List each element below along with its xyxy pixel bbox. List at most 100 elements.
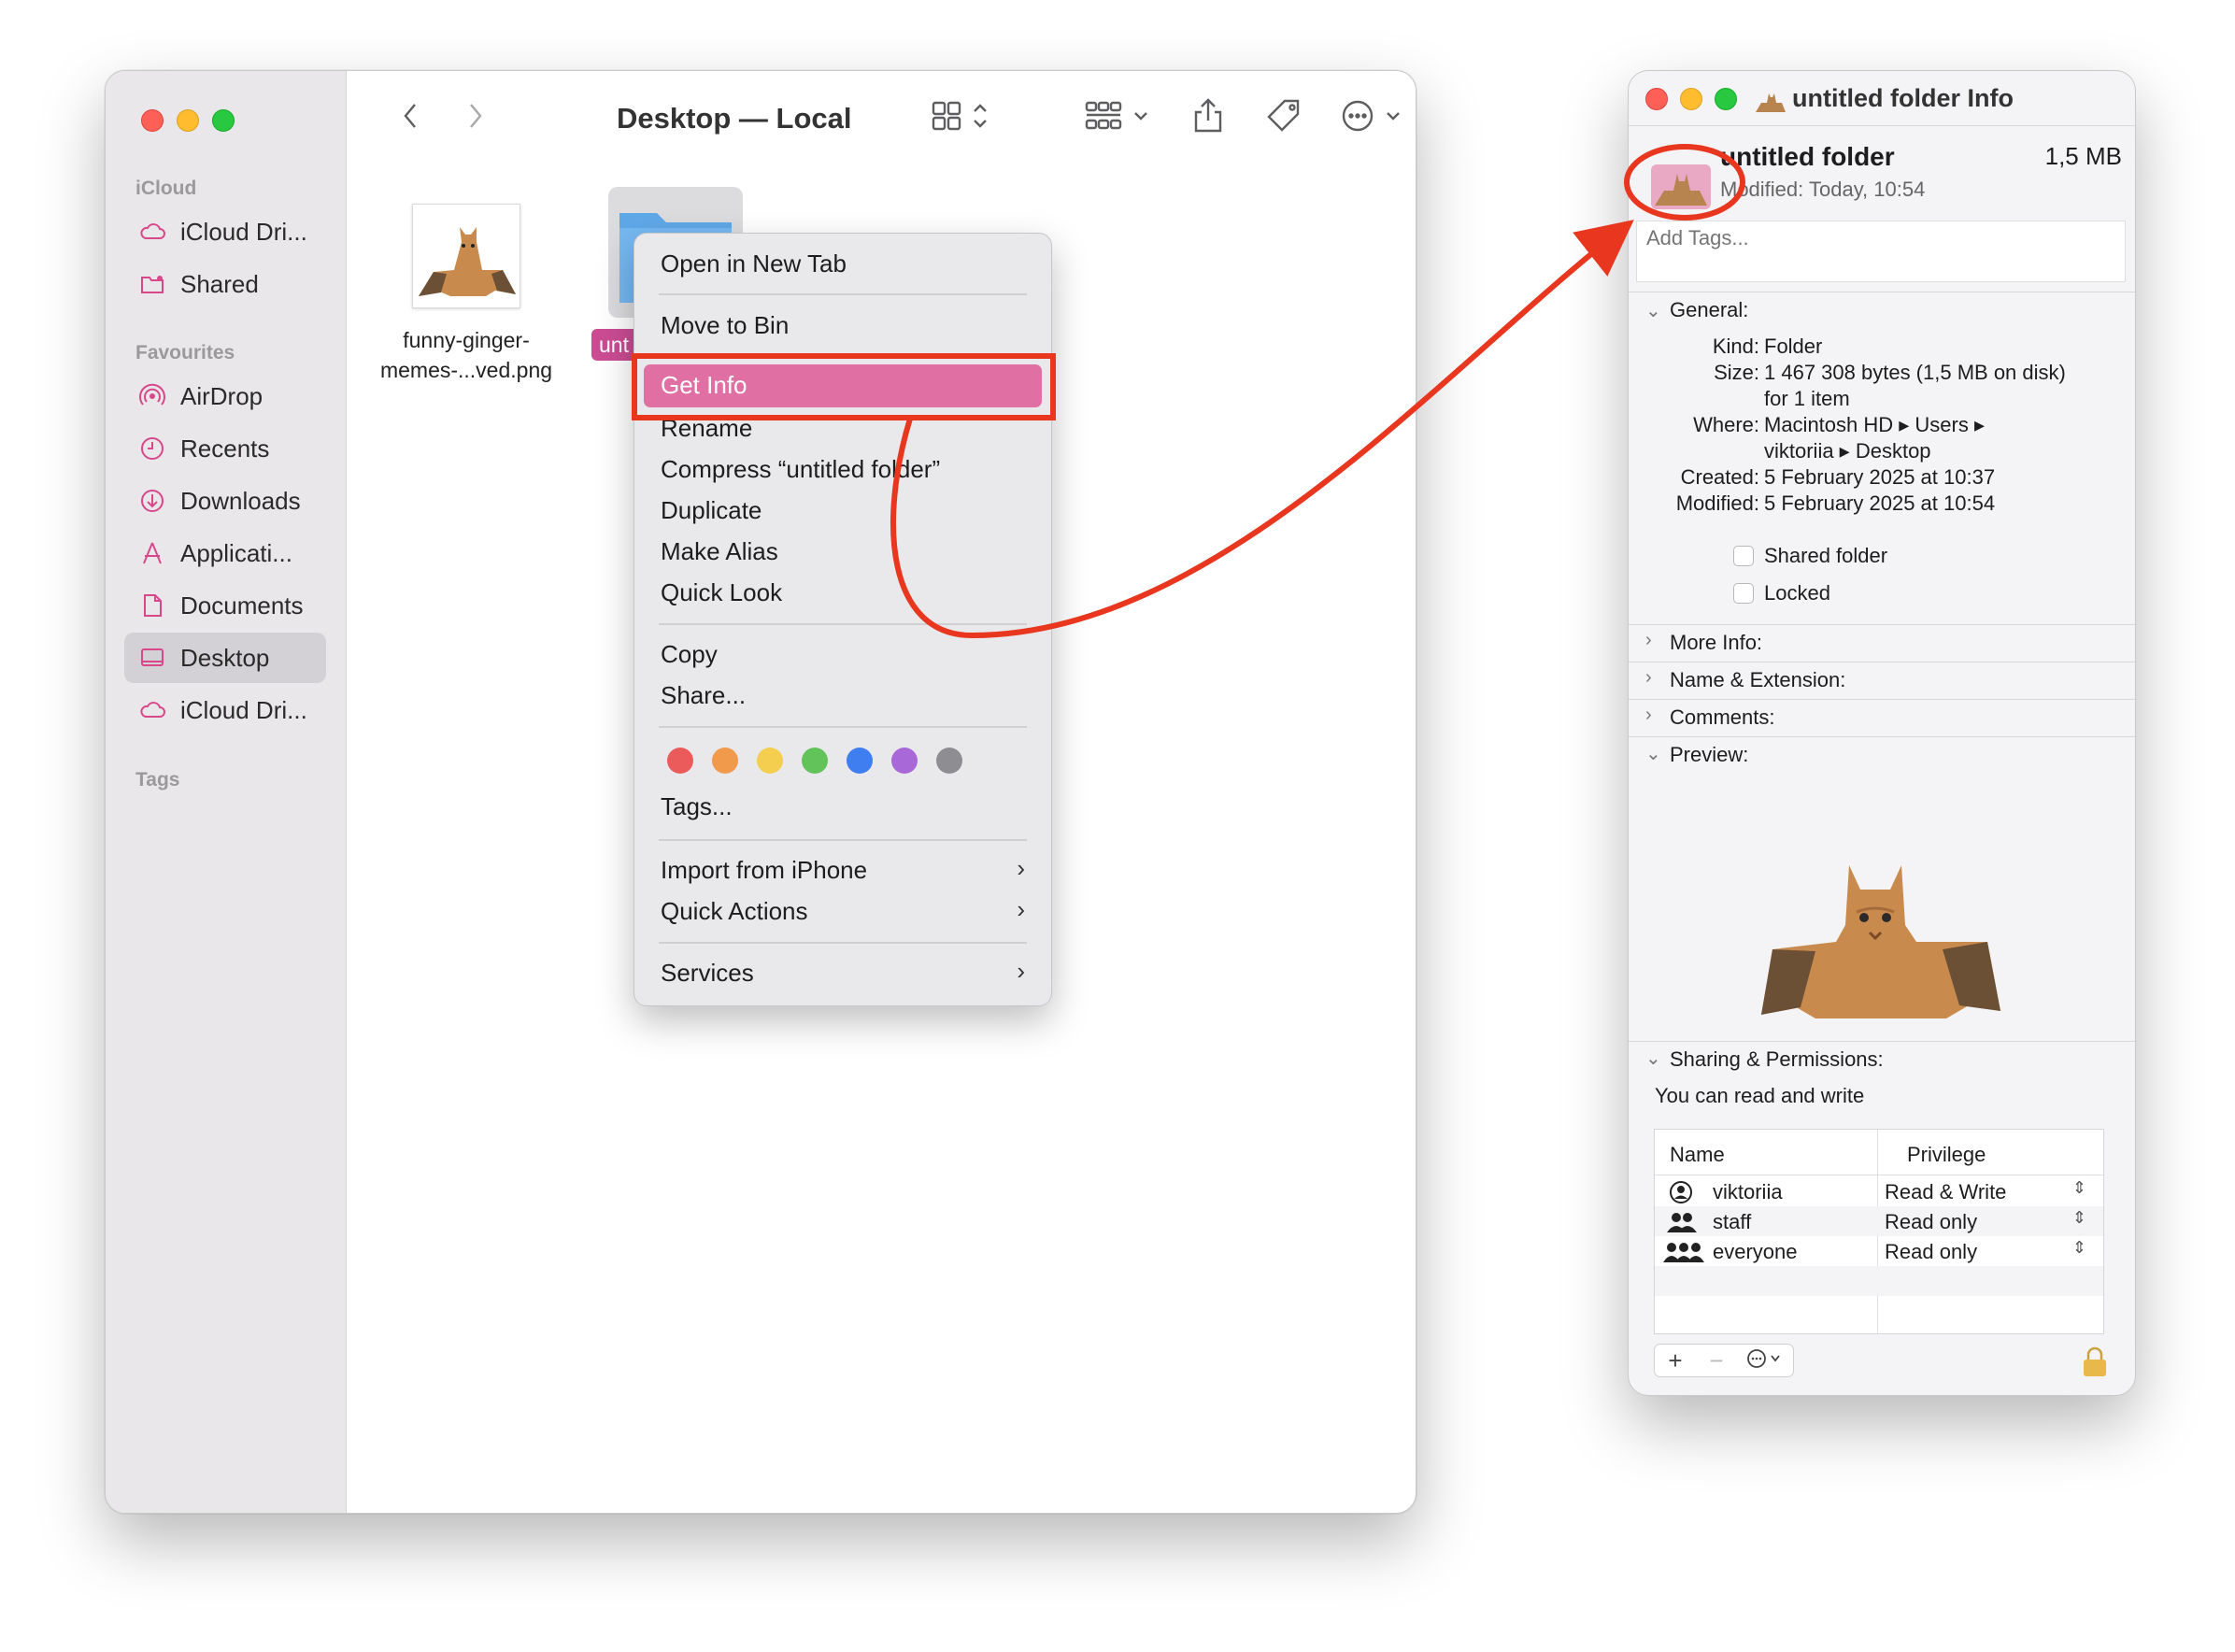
section-sharing[interactable]: Sharing & Permissions: xyxy=(1670,1047,1884,1072)
image-file-name[interactable]: funny-ginger- memes-...ved.png xyxy=(367,325,565,385)
menu-item-make-alias[interactable]: Make Alias xyxy=(661,537,778,566)
stepper-icon[interactable]: ⇕ xyxy=(2072,1238,2086,1258)
locked-label: Locked xyxy=(1764,581,1830,605)
menu-item-compress[interactable]: Compress “untitled folder” xyxy=(661,455,940,484)
folder-custom-icon xyxy=(1754,86,1787,119)
sidebar-item-label: AirDrop xyxy=(180,381,263,410)
sidebar-item-icloud-drive-2[interactable]: iCloud Dri... xyxy=(124,685,326,735)
table-row-empty xyxy=(1655,1266,2103,1296)
minimize-button[interactable] xyxy=(177,109,199,132)
image-file-thumbnail[interactable] xyxy=(412,204,520,308)
sidebar-item-airdrop[interactable]: AirDrop xyxy=(124,371,326,421)
permissions-action-button[interactable] xyxy=(1737,1345,1793,1376)
tag-color-green[interactable] xyxy=(802,748,828,774)
locked-checkbox[interactable] xyxy=(1733,583,1754,604)
forward-button[interactable] xyxy=(457,97,494,138)
table-row-empty xyxy=(1655,1296,2103,1326)
user-icon xyxy=(1668,1180,1694,1209)
perm-privilege[interactable]: Read only xyxy=(1885,1210,1977,1234)
menu-item-duplicate[interactable]: Duplicate xyxy=(661,496,762,525)
document-icon xyxy=(137,591,167,620)
tag-color-red[interactable] xyxy=(667,748,693,774)
menu-item-copy[interactable]: Copy xyxy=(661,640,718,669)
menu-separator xyxy=(659,623,1027,625)
download-icon xyxy=(137,486,167,516)
tag-color-blue[interactable] xyxy=(847,748,873,774)
section-preview[interactable]: Preview: xyxy=(1670,743,1748,767)
chevron-right-icon[interactable]: › xyxy=(1645,705,1652,726)
col-header-privilege[interactable]: Privilege xyxy=(1907,1143,1986,1167)
chevron-down-icon[interactable]: ⌄ xyxy=(1645,299,1661,322)
perm-privilege[interactable]: Read only xyxy=(1885,1240,1977,1264)
info-window-title: untitled folder Info xyxy=(1792,84,2014,112)
tag-color-yellow[interactable] xyxy=(757,748,783,774)
tag-color-purple[interactable] xyxy=(891,748,918,774)
lock-icon[interactable] xyxy=(2081,1346,2109,1383)
sidebar-item-label: Documents xyxy=(180,591,304,620)
remove-user-button[interactable]: − xyxy=(1696,1345,1737,1376)
menu-item-quick-look[interactable]: Quick Look xyxy=(661,578,782,607)
zoom-button[interactable] xyxy=(212,109,235,132)
minimize-button[interactable] xyxy=(1680,88,1702,110)
cat-preview-image xyxy=(1759,856,2002,1029)
cloud-icon xyxy=(137,217,167,247)
everyone-icon xyxy=(1662,1240,1705,1269)
table-row[interactable]: viktoriia Read & Write ⇕ xyxy=(1655,1176,2103,1206)
sidebar-item-applications[interactable]: Applicati... xyxy=(124,528,326,578)
close-button[interactable] xyxy=(141,109,164,132)
section-name-extension[interactable]: Name & Extension: xyxy=(1670,668,1845,692)
table-row[interactable]: everyone Read only ⇕ xyxy=(1655,1236,2103,1266)
menu-separator xyxy=(659,293,1027,295)
back-button[interactable] xyxy=(391,97,429,138)
menu-item-move-to-bin[interactable]: Move to Bin xyxy=(661,311,789,340)
perm-name: staff xyxy=(1713,1210,1752,1233)
menu-item-quick-actions[interactable]: Quick Actions xyxy=(661,897,808,926)
col-header-name[interactable]: Name xyxy=(1670,1143,1725,1167)
chevron-down-icon[interactable]: ⌄ xyxy=(1645,742,1661,765)
group-by-button[interactable] xyxy=(1085,97,1154,138)
tag-button[interactable] xyxy=(1264,97,1305,138)
chevron-right-icon[interactable]: › xyxy=(1645,630,1652,651)
tag-color-orange[interactable] xyxy=(712,748,738,774)
close-button[interactable] xyxy=(1645,88,1668,110)
sidebar-item-desktop[interactable]: Desktop xyxy=(124,633,326,683)
section-more-info[interactable]: More Info: xyxy=(1670,631,1762,655)
chevron-down-icon[interactable]: ⌄ xyxy=(1645,1047,1661,1070)
sidebar-item-downloads[interactable]: Downloads xyxy=(124,476,326,526)
menu-item-open-new-tab[interactable]: Open in New Tab xyxy=(661,249,847,278)
table-row[interactable]: staff Read only ⇕ xyxy=(1655,1206,2103,1236)
section-general[interactable]: General: xyxy=(1670,298,1748,322)
zoom-button[interactable] xyxy=(1715,88,1737,110)
shared-folder-checkbox[interactable] xyxy=(1733,546,1754,566)
sidebar-item-label: Downloads xyxy=(180,486,301,515)
menu-item-rename[interactable]: Rename xyxy=(661,414,752,443)
sidebar-item-recents[interactable]: Recents xyxy=(124,423,326,474)
sidebar-item-documents[interactable]: Documents xyxy=(124,580,326,631)
more-actions-button[interactable] xyxy=(1341,97,1410,138)
menu-item-import-iphone[interactable]: Import from iPhone xyxy=(661,856,867,885)
sidebar-item-shared[interactable]: Shared xyxy=(124,259,326,309)
add-user-button[interactable]: + xyxy=(1655,1345,1696,1376)
stepper-icon[interactable]: ⇕ xyxy=(2072,1208,2086,1228)
menu-item-tags[interactable]: Tags... xyxy=(661,792,733,821)
chevron-right-icon: › xyxy=(1017,895,1025,923)
menu-item-share[interactable]: Share... xyxy=(661,681,746,710)
stepper-icon[interactable]: ⇕ xyxy=(2072,1178,2086,1198)
sidebar-item-label: Applicati... xyxy=(180,538,292,567)
view-mode-button[interactable] xyxy=(932,97,997,138)
context-menu: Open in New Tab Move to Bin Get Info Ren… xyxy=(633,233,1052,1006)
sidebar-item-icloud-drive[interactable]: iCloud Dri... xyxy=(124,206,326,257)
created-value: 5 February 2025 at 10:37 xyxy=(1764,465,1996,489)
share-button[interactable] xyxy=(1191,97,1225,138)
tags-input[interactable] xyxy=(1636,221,2126,282)
section-divider xyxy=(1629,624,2135,625)
section-comments[interactable]: Comments: xyxy=(1670,705,1774,730)
kind-label: Kind: xyxy=(1712,335,1759,358)
tag-icon xyxy=(1266,97,1303,139)
perm-privilege[interactable]: Read & Write xyxy=(1885,1180,2006,1204)
chevron-right-icon[interactable]: › xyxy=(1645,667,1652,689)
size-items: for 1 item xyxy=(1764,387,1850,410)
menu-item-services[interactable]: Services xyxy=(661,959,754,988)
menu-item-get-info[interactable]: Get Info xyxy=(661,371,747,400)
tag-color-gray[interactable] xyxy=(936,748,962,774)
